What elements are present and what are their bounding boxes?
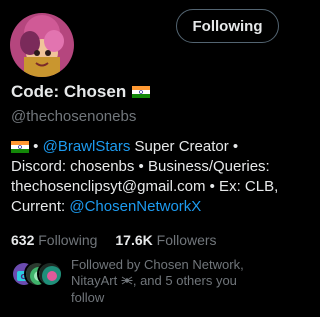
- followed-by-text: Followed by Chosen Network, NitayArt , a…: [71, 257, 261, 306]
- profile-name-row: Code: Chosen: [11, 82, 151, 102]
- followers-you-know[interactable]: CN Followed by Chosen Network, NitayArt …: [11, 257, 261, 306]
- following-label: Following: [38, 232, 98, 248]
- display-name: Code: Chosen: [11, 82, 127, 101]
- mention-link-chosennetworkx[interactable]: @ChosenNetworkX: [69, 198, 201, 215]
- india-flag-icon: [132, 86, 151, 98]
- following-stat[interactable]: 632 Following: [11, 232, 97, 248]
- profile-avatar[interactable]: [10, 13, 74, 77]
- followers-count: 17.6K: [115, 232, 153, 248]
- followers-label: Followers: [156, 232, 217, 248]
- following-button[interactable]: Following: [176, 9, 279, 43]
- spider-icon: [121, 274, 133, 290]
- following-count: 632: [11, 232, 35, 248]
- mention-link-brawlstars[interactable]: @BrawlStars: [43, 138, 131, 155]
- facepile: CN: [11, 261, 63, 287]
- profile-handle: @thechosenonebs: [11, 108, 137, 125]
- avatar: [37, 261, 63, 287]
- india-flag-icon: [11, 141, 29, 154]
- bio-text: •: [29, 138, 43, 155]
- followers-stat[interactable]: 17.6K Followers: [115, 232, 216, 248]
- profile-stats: 632 Following 17.6K Followers: [11, 232, 217, 248]
- profile-bio: • @BrawlStars Super Creator • Discord: c…: [11, 137, 283, 217]
